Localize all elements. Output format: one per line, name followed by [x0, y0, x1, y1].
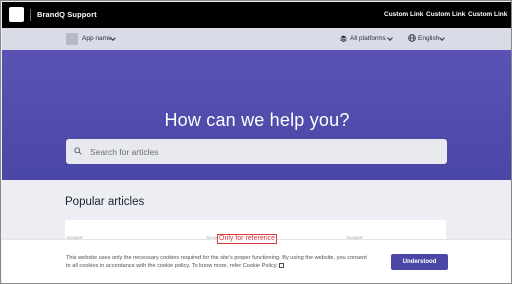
- cookie-banner-text: This website uses only the necessary coo…: [66, 254, 371, 270]
- top-navigation-bar: BrandQ Support Custom Link Custom Link C…: [2, 2, 511, 28]
- brand-logo[interactable]: [9, 7, 24, 22]
- chevron-down-icon[interactable]: [439, 35, 445, 41]
- search-icon: [74, 147, 82, 155]
- language-selector[interactable]: English: [418, 35, 439, 42]
- custom-link-2[interactable]: Custom Link: [426, 11, 465, 18]
- popular-articles-heading: Popular articles: [65, 196, 145, 208]
- search-input[interactable]: [90, 139, 430, 164]
- external-link-icon[interactable]: [278, 263, 284, 268]
- browser-frame: BrandQ Support Custom Link Custom Link C…: [0, 0, 512, 284]
- hero-section: How can we help you?: [2, 50, 511, 180]
- app-name-selector[interactable]: App name: [82, 35, 112, 42]
- cookie-banner: This website uses only the necessary coo…: [2, 239, 511, 283]
- reference-label: Only for reference: [217, 234, 278, 244]
- platform-selector[interactable]: All platforms: [350, 35, 386, 42]
- understood-button[interactable]: Understood: [391, 254, 448, 270]
- logo-divider: [30, 9, 31, 21]
- globe-icon: [408, 34, 416, 42]
- chevron-down-icon[interactable]: [387, 35, 393, 41]
- app-icon: [66, 33, 78, 45]
- layers-icon: [340, 35, 347, 42]
- page-title: How can we help you?: [164, 110, 350, 130]
- search-bar[interactable]: [66, 139, 447, 164]
- custom-link-1[interactable]: Custom Link: [384, 11, 423, 18]
- brand-name[interactable]: BrandQ Support: [37, 10, 97, 19]
- custom-link-3[interactable]: Custom Link: [468, 11, 507, 18]
- cookie-policy-text: This website uses only the necessary coo…: [66, 255, 367, 269]
- sub-navigation-bar: App name All platforms English: [2, 28, 511, 50]
